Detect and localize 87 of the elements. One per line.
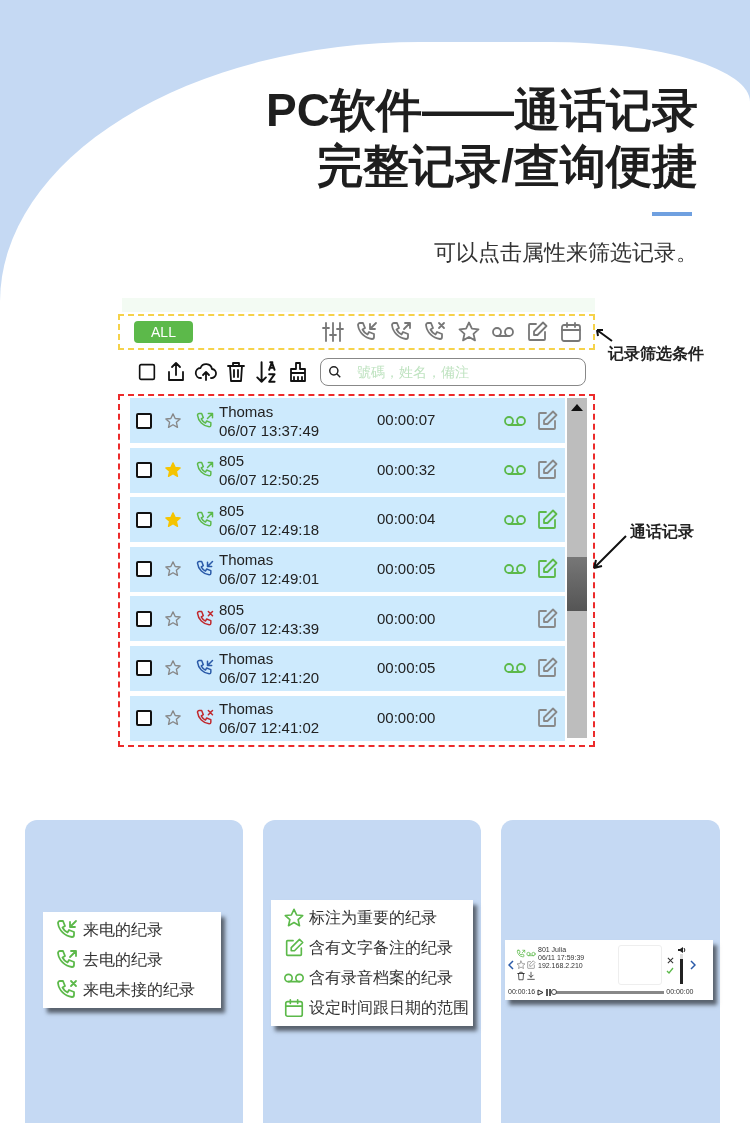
checkbox[interactable] <box>136 710 152 727</box>
caller-name: Thomas <box>219 649 275 669</box>
search-field[interactable]: 號碼，姓名，備注 <box>320 358 586 386</box>
call-time: 06/07 12:50:25 <box>219 470 321 490</box>
star-icon[interactable] <box>164 461 182 480</box>
call-time: 06/07 12:43:39 <box>219 618 321 638</box>
headline: 完整记录/查询便捷 <box>317 139 698 194</box>
calendar-icon[interactable] <box>283 997 305 1019</box>
star-icon[interactable] <box>164 510 182 529</box>
trash-icon[interactable] <box>224 360 248 384</box>
caller-name: 805 <box>219 500 246 520</box>
call-row[interactable]: Thomas 06/07 12:41:20 00:00:05 <box>130 645 565 691</box>
call-row[interactable]: 805 06/07 12:43:39 00:00:00 <box>130 596 565 642</box>
download-icon[interactable] <box>526 971 536 981</box>
legend-text: 设定时间跟日期的范围 <box>309 997 469 1019</box>
call-duration: 00:00:00 <box>377 608 436 629</box>
search-icon <box>328 365 342 379</box>
arrow <box>594 327 614 343</box>
edit-icon[interactable] <box>535 606 559 631</box>
play-icon[interactable] <box>537 988 545 996</box>
caller-name: 805 <box>219 451 246 471</box>
caller-name: Thomas <box>219 699 275 719</box>
caller-name: Thomas <box>219 550 275 570</box>
call-duration: 00:00:05 <box>377 658 436 679</box>
call-row[interactable]: Thomas 06/07 12:41:02 00:00:00 <box>130 695 565 741</box>
checkbox[interactable] <box>136 561 152 578</box>
star-outline-icon[interactable] <box>164 709 182 728</box>
checkbox[interactable] <box>136 511 152 528</box>
trash-icon[interactable] <box>516 971 526 981</box>
call-time: 06/07 13:37:49 <box>219 420 321 440</box>
legend-text: 来电未接的纪录 <box>83 979 195 1001</box>
check-icon[interactable] <box>666 966 674 974</box>
call-duration: 00:00:32 <box>377 459 436 480</box>
scrollbar-thumb[interactable] <box>567 557 587 611</box>
sliders-icon[interactable] <box>321 320 345 344</box>
edit-icon[interactable] <box>535 408 559 433</box>
edit-icon[interactable] <box>535 507 559 532</box>
call-time: 06/07 12:41:20 <box>219 668 321 688</box>
legend-text: 标注为重要的纪录 <box>309 907 437 929</box>
headline: PC软件——通话记录 <box>266 83 698 138</box>
checkbox[interactable] <box>136 610 152 627</box>
star-outline-icon[interactable] <box>516 960 526 970</box>
calendar-icon[interactable] <box>559 320 583 344</box>
call-row[interactable]: Thomas 06/07 13:37:49 00:00:07 <box>130 398 565 443</box>
legend-text: 来电的纪录 <box>83 919 163 941</box>
call-row[interactable]: 805 06/07 12:49:18 00:00:04 <box>130 497 565 543</box>
call-duration: 00:00:05 <box>377 559 436 580</box>
call-time: 06/07 12:49:01 <box>219 569 321 589</box>
star-outline-icon[interactable] <box>164 609 182 628</box>
caller-name: Thomas <box>219 401 275 421</box>
annotation-label: 通话记录 <box>630 522 694 542</box>
call-time: 06/07 12:49:18 <box>219 519 321 539</box>
checkbox[interactable] <box>136 660 152 677</box>
cloud-upload-icon[interactable] <box>194 360 218 384</box>
speaker-icon[interactable] <box>677 946 686 954</box>
chevron-right-icon[interactable] <box>689 960 696 970</box>
progress-thumb[interactable] <box>551 988 558 995</box>
checkbox-icon[interactable] <box>136 361 158 383</box>
edit-icon[interactable] <box>283 937 305 959</box>
star-outline-icon[interactable] <box>164 560 182 579</box>
voicemail-icon[interactable] <box>526 949 536 959</box>
annotation-label: 记录筛选条件 <box>608 344 704 364</box>
call-duration: 00:00:07 <box>377 410 436 431</box>
star-outline-icon[interactable] <box>164 411 182 430</box>
legend-text: 含有文字备注的纪录 <box>309 937 453 959</box>
star-icon[interactable] <box>457 320 481 344</box>
scroll-up-icon[interactable] <box>569 402 585 412</box>
call-duration: 00:00:00 <box>377 707 436 728</box>
call-time: 06/07 12:41:02 <box>219 718 321 738</box>
call-duration: 00:00:04 <box>377 509 436 530</box>
star-outline-icon[interactable] <box>164 659 182 678</box>
legend-text: 含有录音档案的纪录 <box>309 967 453 989</box>
pause-icon[interactable] <box>546 988 553 996</box>
call-row[interactable]: Thomas 06/07 12:49:01 00:00:05 <box>130 546 565 592</box>
caller-name: 805 <box>219 599 246 619</box>
arrow <box>590 534 628 572</box>
subtitle: 可以点击属性来筛选记录。 <box>434 239 698 267</box>
edit-icon[interactable] <box>525 320 549 344</box>
chevron-left-icon[interactable] <box>508 960 515 970</box>
scrollbar[interactable] <box>567 398 587 738</box>
legend-text: 去电的纪录 <box>83 949 163 971</box>
checkbox[interactable] <box>136 412 152 429</box>
progress-slider[interactable] <box>554 990 665 994</box>
star-icon[interactable] <box>283 907 305 929</box>
call-row[interactable]: 805 06/07 12:50:25 00:00:32 <box>130 447 565 493</box>
checkbox[interactable] <box>136 462 152 479</box>
close-icon[interactable] <box>666 956 674 964</box>
